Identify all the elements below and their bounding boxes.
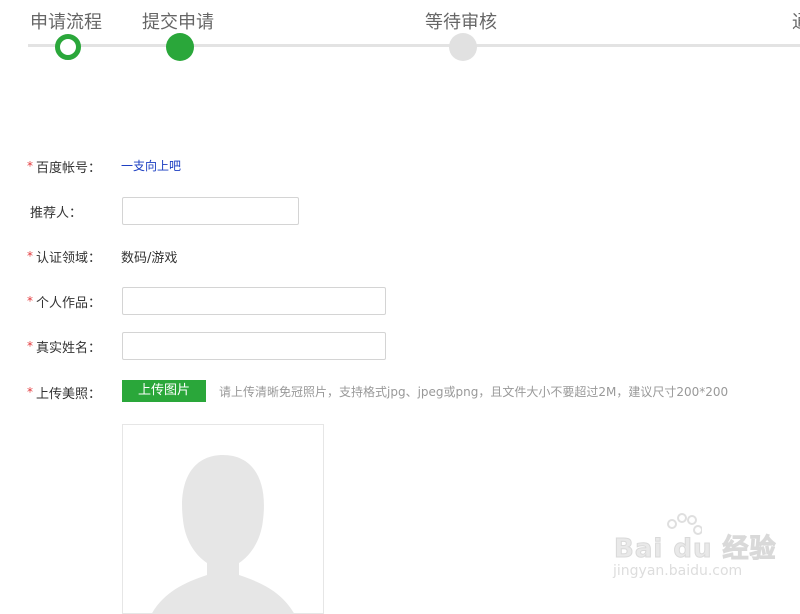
- real-name-label: 真实姓名：: [36, 341, 102, 356]
- works-label: 个人作品：: [36, 296, 102, 311]
- step-label-3: 等待审核: [425, 12, 497, 33]
- upload-hint: 请上传清晰免冠照片，支持格式jpg、jpeg或png，且文件大小不要超过2M，建…: [219, 385, 729, 399]
- step-dot-current: [55, 34, 81, 60]
- progress-track: [28, 44, 800, 47]
- avatar-placeholder-icon: [152, 455, 294, 613]
- progress-steps: 申请流程 提交申请 等待审核 通: [0, 0, 800, 70]
- works-input[interactable]: [122, 287, 386, 315]
- step-label-4: 通: [792, 8, 800, 34]
- watermark-url: jingyan.baidu.com: [613, 563, 743, 579]
- referrer-input[interactable]: [122, 197, 299, 225]
- required-mark: *: [27, 385, 33, 399]
- referrer-label: 推荐人：: [30, 206, 83, 221]
- step-label-2: 提交申请: [142, 12, 214, 33]
- step-dot-done: [166, 33, 194, 61]
- required-mark: *: [27, 159, 33, 173]
- baidu-account-link[interactable]: 一支向上吧: [121, 157, 181, 174]
- step-label-1: 申请流程: [30, 12, 102, 33]
- required-mark: *: [27, 249, 33, 263]
- real-name-input[interactable]: [122, 332, 386, 360]
- watermark-brand: Bai du 经验: [614, 534, 777, 565]
- photo-label: 上传美照：: [36, 387, 102, 402]
- baidu-account-label: 百度帐号：: [36, 161, 102, 176]
- required-mark: *: [27, 294, 33, 308]
- photo-preview[interactable]: [122, 424, 324, 614]
- cert-field-label: 认证领域：: [36, 251, 102, 266]
- required-mark: *: [27, 339, 33, 353]
- cert-field-value: 数码/游戏: [121, 251, 178, 266]
- step-dot-pending: [449, 33, 477, 61]
- upload-photo-button[interactable]: 上传图片: [122, 380, 206, 402]
